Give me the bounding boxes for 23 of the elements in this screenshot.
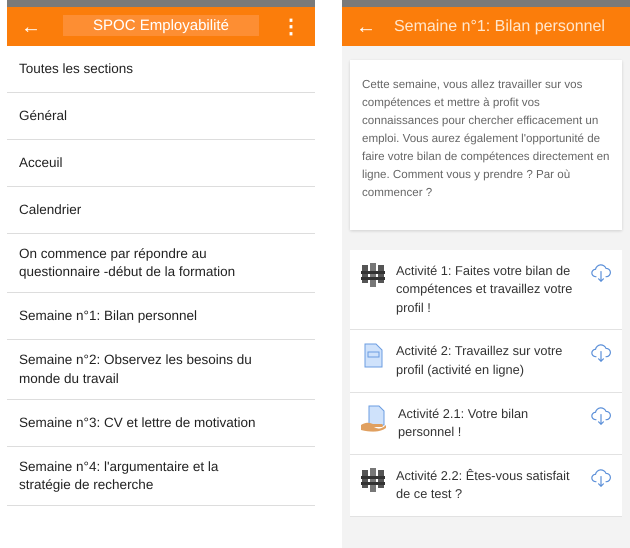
grid-icon [360, 466, 386, 493]
app-title: SPOC Employabilité [63, 15, 259, 36]
section-item[interactable]: Calendrier [7, 187, 315, 234]
section-item[interactable]: Semaine n°2: Observez les besoins du monde du travail [7, 340, 315, 400]
activity-link[interactable]: Activité 2.1: Votre bilan personnel ! [398, 404, 576, 442]
section-item[interactable]: Semaine n°1: Bilan personnel [7, 293, 315, 340]
summary-text: Cette semaine, vous allez travailler sur vos compétences et mettre à profit vos connaissances pour chercher efficacement un emploi. Vous aurez également l'opportunité de faire votre bilan de compétences directement en ligne. Comment vous y prendre ? Par où commencer ? [350, 60, 622, 230]
app-title: Semaine n°1: Bilan personnel [394, 16, 605, 36]
activity-link[interactable]: Activité 2.2: Êtes-vous satisfait de ce test ? [396, 466, 574, 504]
section-item[interactable]: Semaine n°3: CV et lettre de motivation [7, 400, 315, 447]
section-item[interactable]: Semaine n°4: l'argumentaire et la stratégie de recherche [7, 446, 315, 506]
grid-icon [360, 262, 386, 288]
activity-link[interactable]: Activité 2: Travaillez sur votre profil (activité en ligne) [396, 342, 574, 380]
section-item[interactable]: Général [7, 93, 315, 140]
cloud-download-icon[interactable] [590, 262, 612, 284]
section-item[interactable]: Toutes les sections [7, 46, 315, 93]
section-item[interactable]: Acceuil [7, 140, 315, 187]
cloud-download-icon[interactable] [590, 342, 612, 364]
activity-link[interactable]: Activité 1: Faites votre bilan de compétences et travaillez votre profil ! [396, 262, 574, 318]
cloud-download-icon[interactable] [590, 404, 612, 427]
section-item[interactable]: On commence par répondre au questionnaire -début de la formation [7, 234, 315, 294]
cloud-download-icon[interactable] [590, 466, 612, 489]
hand-document-icon [360, 404, 388, 433]
